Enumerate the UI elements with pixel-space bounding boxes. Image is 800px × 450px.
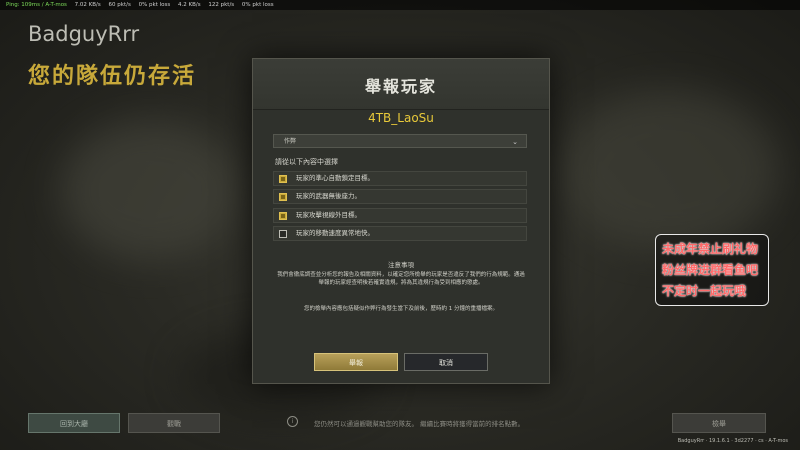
reason-label: 玩家的武器無後座力。 bbox=[296, 192, 361, 200]
reason-option[interactable]: 玩家的移動速度異常地快。 bbox=[273, 226, 527, 241]
spectate-button[interactable]: 觀戰 bbox=[128, 413, 220, 433]
net-stat: 0% pkt loss bbox=[241, 2, 274, 8]
chevron-down-icon: ⌄ bbox=[512, 138, 518, 146]
checkbox-unchecked[interactable] bbox=[279, 230, 287, 238]
checkbox-checked[interactable] bbox=[279, 175, 287, 183]
report-button[interactable]: 舉報 bbox=[314, 353, 398, 371]
checkbox-checked[interactable] bbox=[279, 212, 287, 220]
reason-option[interactable]: 玩家的準心自動鎖定目標。 bbox=[273, 171, 527, 186]
net-stat: 60 pkt/s bbox=[108, 2, 131, 8]
ping-readout: Ping: 109ms / A-T-mos bbox=[6, 2, 67, 8]
network-status-bar: Ping: 109ms / A-T-mos 7.02 KB/s 60 pkt/s… bbox=[0, 0, 800, 10]
report-player-dialog: 舉報玩家 4TB_LaoSu 作弊 ⌄ 請從以下內容中選擇 玩家的準心自動鎖定目… bbox=[252, 58, 550, 384]
checkbox-checked[interactable] bbox=[279, 193, 287, 201]
reason-option[interactable]: 玩家攻擊視線外目標。 bbox=[273, 208, 527, 223]
background-texture bbox=[560, 90, 780, 250]
dialog-title: 舉報玩家 bbox=[364, 77, 437, 96]
net-stat: 0% pkt loss bbox=[138, 2, 171, 8]
overlay-line: 未成年禁止刷礼物 bbox=[662, 242, 759, 256]
reason-label: 玩家的移動速度異常地快。 bbox=[296, 229, 374, 237]
reason-label: 玩家攻擊視線外目標。 bbox=[296, 211, 361, 219]
overlay-line: 粉丝牌进群看鱼吧 bbox=[662, 263, 759, 277]
stream-overlay-notice: 未成年禁止刷礼物 粉丝牌进群看鱼吧 不定时一起玩哦 bbox=[655, 234, 769, 306]
cancel-button[interactable]: 取消 bbox=[404, 353, 488, 371]
notes-title: 注意事項 bbox=[388, 261, 414, 269]
return-to-lobby-button[interactable]: 回到大廳 bbox=[28, 413, 120, 433]
reason-option[interactable]: 玩家的武器無後座力。 bbox=[273, 189, 527, 204]
net-stat: 4.2 KB/s bbox=[178, 2, 201, 8]
notes-paragraph: 您的檢舉內容應包括疑似作弊行為發生當下及前後，歷時約 1 分鐘的重播檔案。 bbox=[304, 306, 498, 312]
team-status-text: 您的隊伍仍存活 bbox=[28, 64, 197, 89]
instruction-text: 請從以下內容中選擇 bbox=[275, 158, 338, 166]
report-category-select[interactable]: 作弊 ⌄ bbox=[273, 134, 527, 148]
reported-player-name: 4TB_LaoSu bbox=[368, 111, 434, 125]
net-stat: 122 pkt/s bbox=[208, 2, 235, 8]
background-texture bbox=[60, 120, 240, 260]
overlay-line: 不定时一起玩哦 bbox=[662, 284, 747, 298]
bottom-report-button[interactable]: 檢舉 bbox=[672, 413, 766, 433]
notes-paragraph: 我們會徹底調查並分析您的報告及相關資料，以確定您所檢舉的玩家是否違反了我們的行為… bbox=[277, 272, 525, 286]
info-icon: i bbox=[287, 416, 298, 427]
reason-label: 玩家的準心自動鎖定目標。 bbox=[296, 174, 374, 182]
report-category-value: 作弊 bbox=[284, 138, 297, 145]
version-string: BadguyRrr · 19.1.6.1 · 3d2277 · cs · A-T… bbox=[677, 438, 788, 444]
player-name: BadguyRrr bbox=[28, 22, 140, 46]
net-stat: 7.02 KB/s bbox=[74, 2, 101, 8]
spectate-info-text: 您仍然可以通過觀戰幫助您的隊友。 繼續比賽時將獲得當前的排名點數。 bbox=[314, 420, 525, 428]
